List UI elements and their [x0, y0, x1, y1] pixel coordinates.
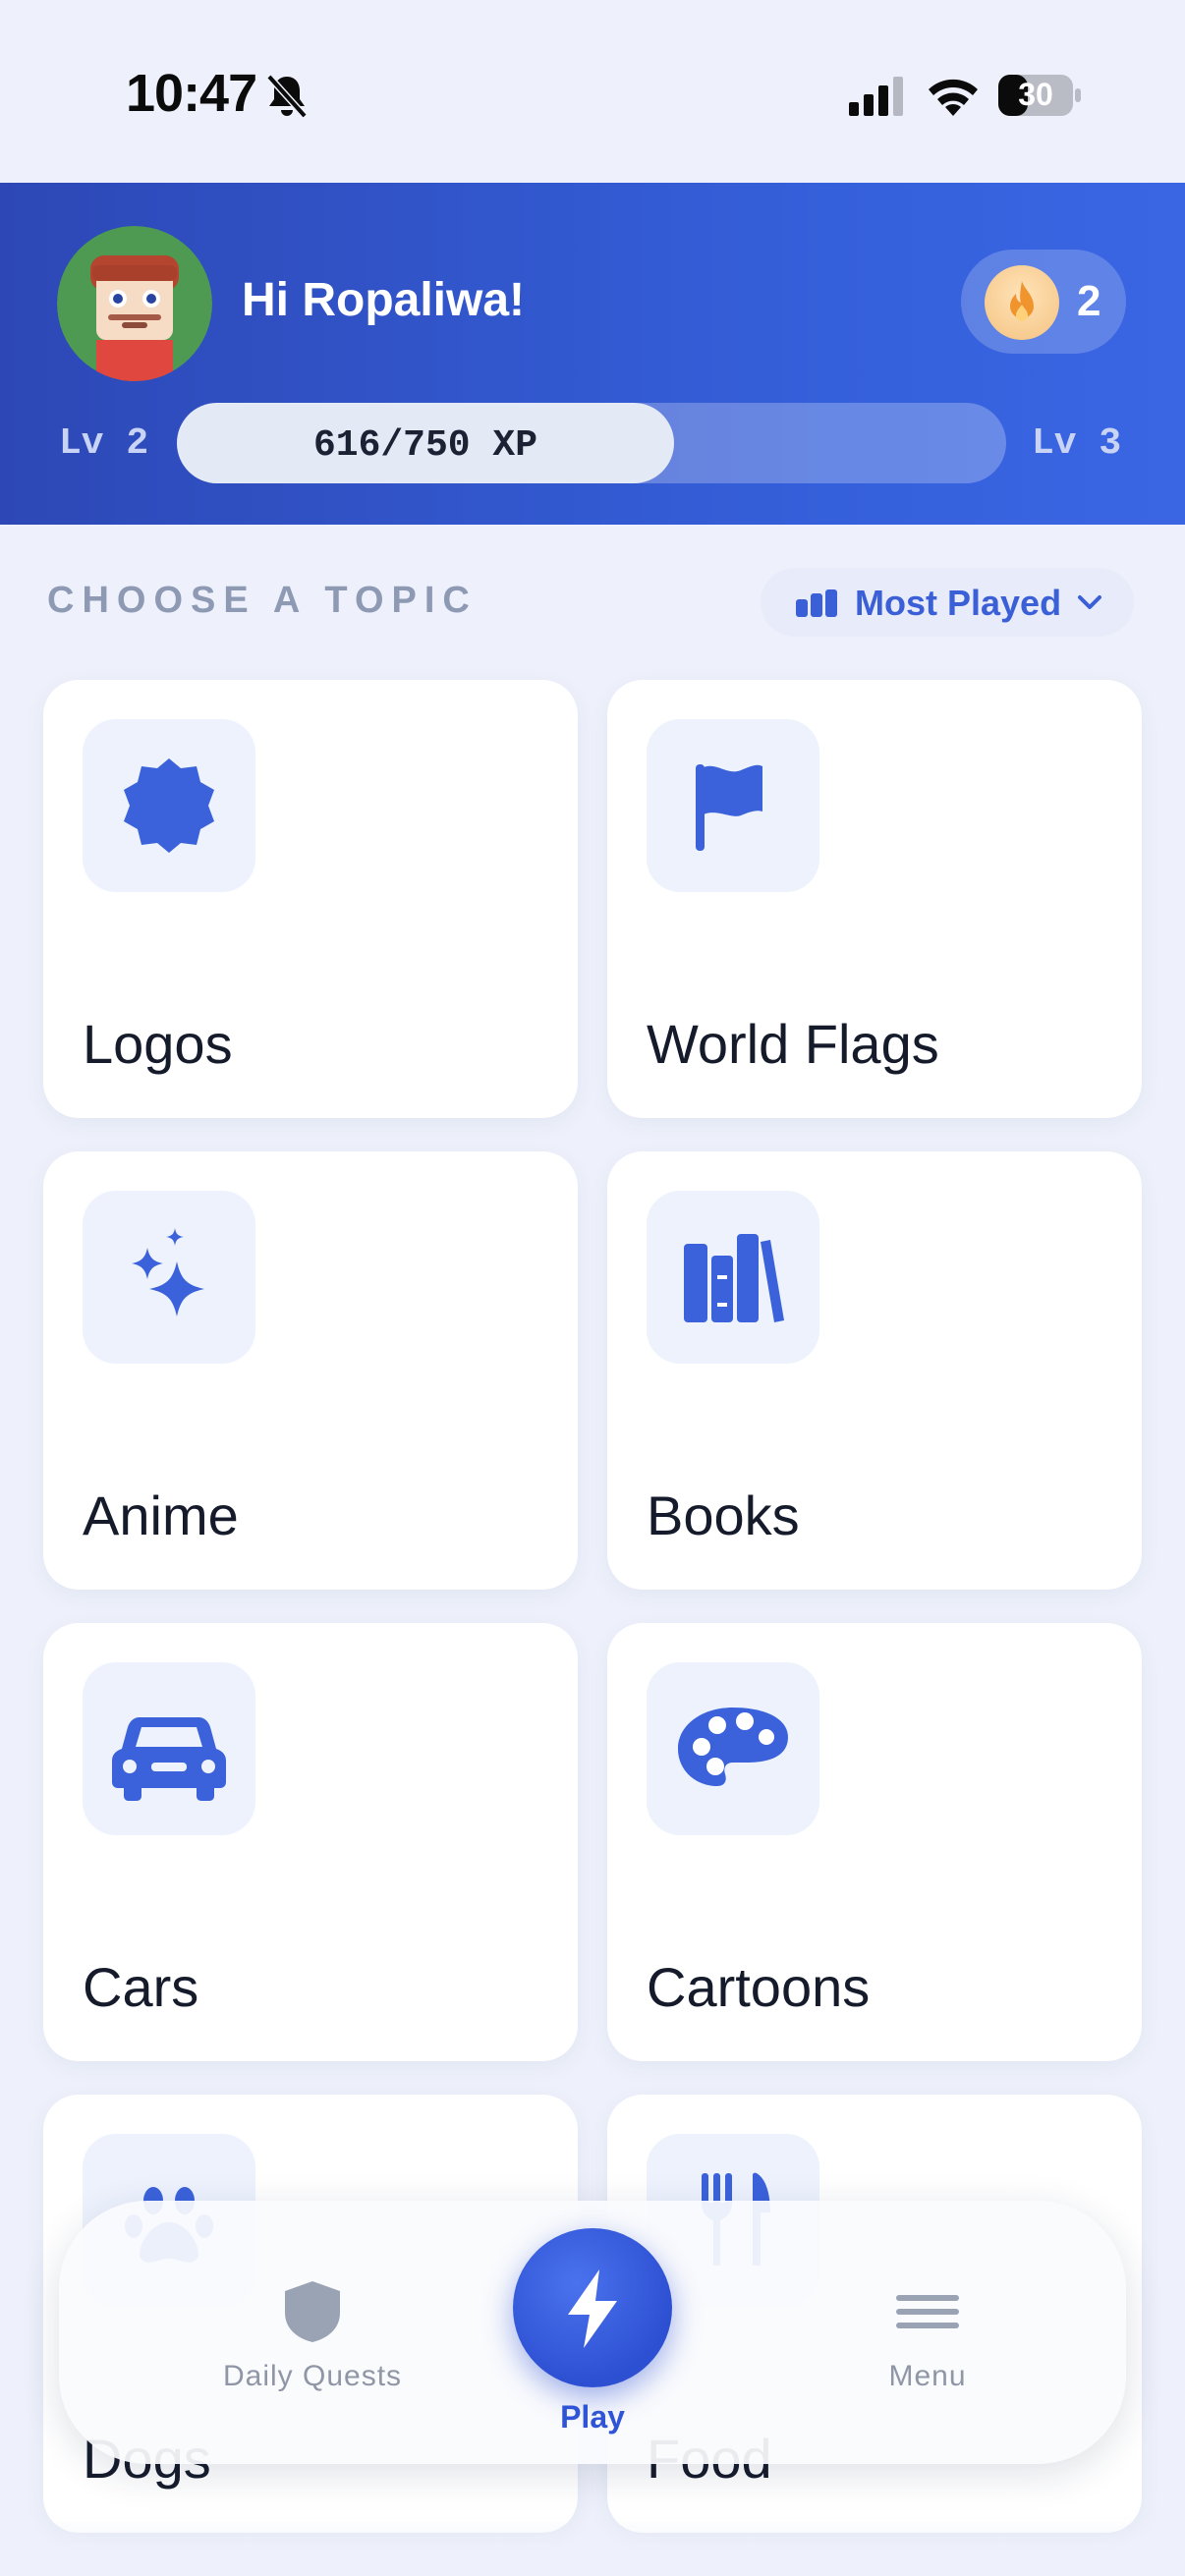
- app-screen: 10:47 30 Hi Ropaliwa! 2 Lv 2 616/750 XP …: [0, 0, 1185, 2576]
- palette-icon: [678, 1708, 788, 1786]
- lightning-bolt-icon: [568, 2269, 617, 2348]
- sparkles-icon: [132, 1228, 204, 1316]
- topic-icon-tile: [647, 719, 819, 892]
- topic-label: World Flags: [647, 1013, 939, 1075]
- books-icon: [684, 1234, 784, 1322]
- hamburger-menu-icon: [896, 2295, 959, 2328]
- flag-icon: [696, 764, 762, 851]
- topic-card-cars[interactable]: Cars: [43, 1623, 578, 2061]
- shield-icon: [285, 2281, 340, 2342]
- play-label[interactable]: Play: [513, 2399, 672, 2436]
- topic-grid: Logos World Flags Anime Books Cars Carto…: [0, 0, 1185, 2576]
- nav-menu[interactable]: Menu: [792, 2201, 1063, 2464]
- topic-icon-tile: [647, 1191, 819, 1364]
- topic-label: Cartoons: [647, 1956, 871, 2018]
- nav-label: Menu: [888, 2360, 967, 2392]
- nav-label: Daily Quests: [222, 2360, 403, 2392]
- topic-label: Logos: [83, 1013, 233, 1075]
- topic-icon-tile: [83, 1191, 255, 1364]
- scroll-fade: [0, 2515, 1185, 2576]
- topic-card-anime[interactable]: Anime: [43, 1151, 578, 1590]
- badge-icon: [124, 758, 214, 853]
- topic-card-logos[interactable]: Logos: [43, 680, 578, 1118]
- topic-icon-tile: [83, 719, 255, 892]
- topic-card-books[interactable]: Books: [607, 1151, 1142, 1590]
- topic-label: Cars: [83, 1956, 199, 2018]
- play-button[interactable]: [513, 2228, 672, 2387]
- topic-label: Books: [647, 1484, 800, 1546]
- topic-icon-tile: [83, 1662, 255, 1835]
- topic-label: Anime: [83, 1484, 239, 1546]
- topic-card-cartoons[interactable]: Cartoons: [607, 1623, 1142, 2061]
- bottom-navigation: Daily Quests Play Menu: [59, 2201, 1126, 2464]
- nav-daily-quests[interactable]: Daily Quests: [138, 2201, 487, 2464]
- topic-icon-tile: [647, 1662, 819, 1835]
- topic-card-world-flags[interactable]: World Flags: [607, 680, 1142, 1118]
- car-icon: [112, 1717, 226, 1801]
